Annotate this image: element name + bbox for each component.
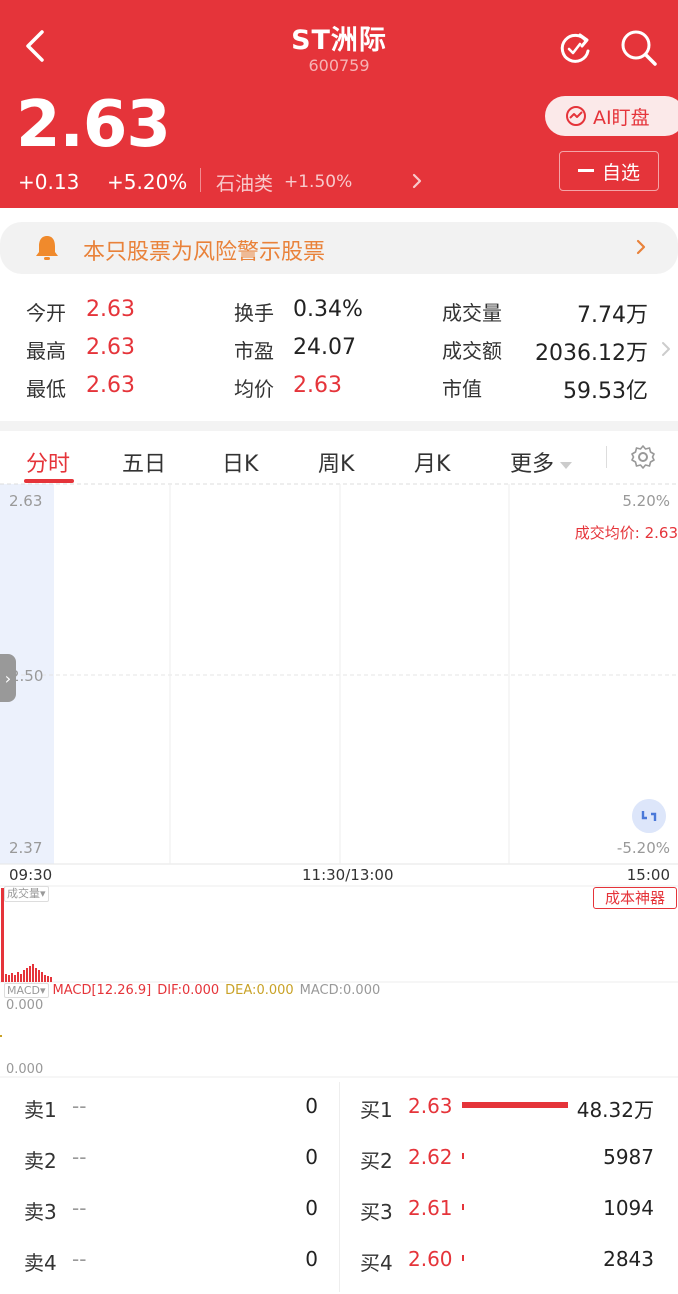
macd-params: MACD[12.26.9] xyxy=(52,983,152,998)
sell-level-label: 卖3 xyxy=(24,1200,57,1224)
volume-bar xyxy=(44,975,46,982)
macd-dea: DEA:0.000 xyxy=(225,983,294,998)
time-axis-start: 09:30 xyxy=(9,866,53,884)
volume-indicator-selector[interactable]: 成交量▾ xyxy=(4,886,49,902)
volume-bar xyxy=(41,972,43,982)
sell-level-volume: 0 xyxy=(305,1247,318,1271)
macd-indicator-label: MACD xyxy=(7,984,40,997)
buy-level-volume: 2843 xyxy=(603,1247,654,1271)
buy-volume-bar xyxy=(462,1153,464,1159)
volume-bar xyxy=(20,974,22,982)
sell-level-label: 卖4 xyxy=(24,1251,57,1275)
price-axis-top: 2.63 xyxy=(9,492,43,510)
volume-bar xyxy=(11,973,13,982)
time-axis-mid: 11:30/13:00 xyxy=(302,866,394,884)
buy-level-label: 买2 xyxy=(360,1149,393,1173)
price-axis-bottom: 2.37 xyxy=(9,839,43,857)
sell-level-label: 卖1 xyxy=(24,1098,57,1122)
volume-bar xyxy=(17,972,19,982)
volume-bar xyxy=(47,976,49,982)
chevron-right-icon[interactable]: › xyxy=(0,654,16,702)
buy-volume-bar xyxy=(462,1255,464,1261)
buy-level-price: 2.62 xyxy=(408,1145,453,1169)
macd-dif: DIF:0.000 xyxy=(157,983,220,998)
volume-bar xyxy=(8,975,10,982)
macd-value: MACD:0.000 xyxy=(299,983,381,998)
volume-bar xyxy=(50,977,52,982)
volume-bar xyxy=(14,975,16,982)
buy-level-label: 买1 xyxy=(360,1098,393,1122)
macd-legend: MACD▾ MACD[12.26.9] DIF:0.000 DEA:0.000 MACD… xyxy=(4,983,380,998)
buy-level-volume: 1094 xyxy=(603,1196,654,1220)
macd-axis-top: 0.000 xyxy=(6,998,44,1013)
buy-volume-bar xyxy=(462,1102,568,1108)
buy-level-volume: 48.32万 xyxy=(576,1098,654,1122)
average-price-label: 成交均价: 2.63 xyxy=(574,524,678,542)
buy-level-price: 2.63 xyxy=(408,1094,453,1118)
sell-level-price: -- xyxy=(72,1145,87,1169)
macd-axis-bottom: 0.000 xyxy=(6,1062,44,1077)
volume-bar xyxy=(1,888,4,982)
time-axis-end: 15:00 xyxy=(626,866,670,884)
volume-bars xyxy=(1,888,52,982)
volume-bar xyxy=(5,974,7,982)
buy-level-label: 买4 xyxy=(360,1251,393,1275)
buy-level-price: 2.61 xyxy=(408,1196,453,1220)
sell-level-volume: 0 xyxy=(305,1196,318,1220)
sell-level-volume: 0 xyxy=(305,1145,318,1169)
buy-level-price: 2.60 xyxy=(408,1247,453,1271)
volume-bar xyxy=(29,966,31,982)
volume-bar xyxy=(26,968,28,982)
cost-tool-button[interactable]: 成本神器 xyxy=(593,887,677,909)
percent-axis-bottom: -5.20% xyxy=(616,839,670,857)
volume-bar xyxy=(23,970,25,982)
sell-level-price: -- xyxy=(72,1196,87,1220)
buy-volume-bar xyxy=(462,1204,464,1210)
percent-axis-top: 5.20% xyxy=(622,492,670,510)
expand-icon[interactable] xyxy=(632,799,666,833)
macd-indicator-selector[interactable]: MACD▾ xyxy=(4,983,49,998)
buy-level-label: 买3 xyxy=(360,1200,393,1224)
divider xyxy=(339,1082,340,1292)
volume-bar xyxy=(35,968,37,982)
sell-level-label: 卖2 xyxy=(24,1149,57,1173)
volume-bar xyxy=(32,964,34,982)
buy-level-volume: 5987 xyxy=(603,1145,654,1169)
volume-bar xyxy=(38,970,40,982)
sell-level-price: -- xyxy=(72,1094,87,1118)
sell-level-volume: 0 xyxy=(305,1094,318,1118)
volume-indicator-label: 成交量 xyxy=(7,887,40,900)
sell-level-price: -- xyxy=(72,1247,87,1271)
